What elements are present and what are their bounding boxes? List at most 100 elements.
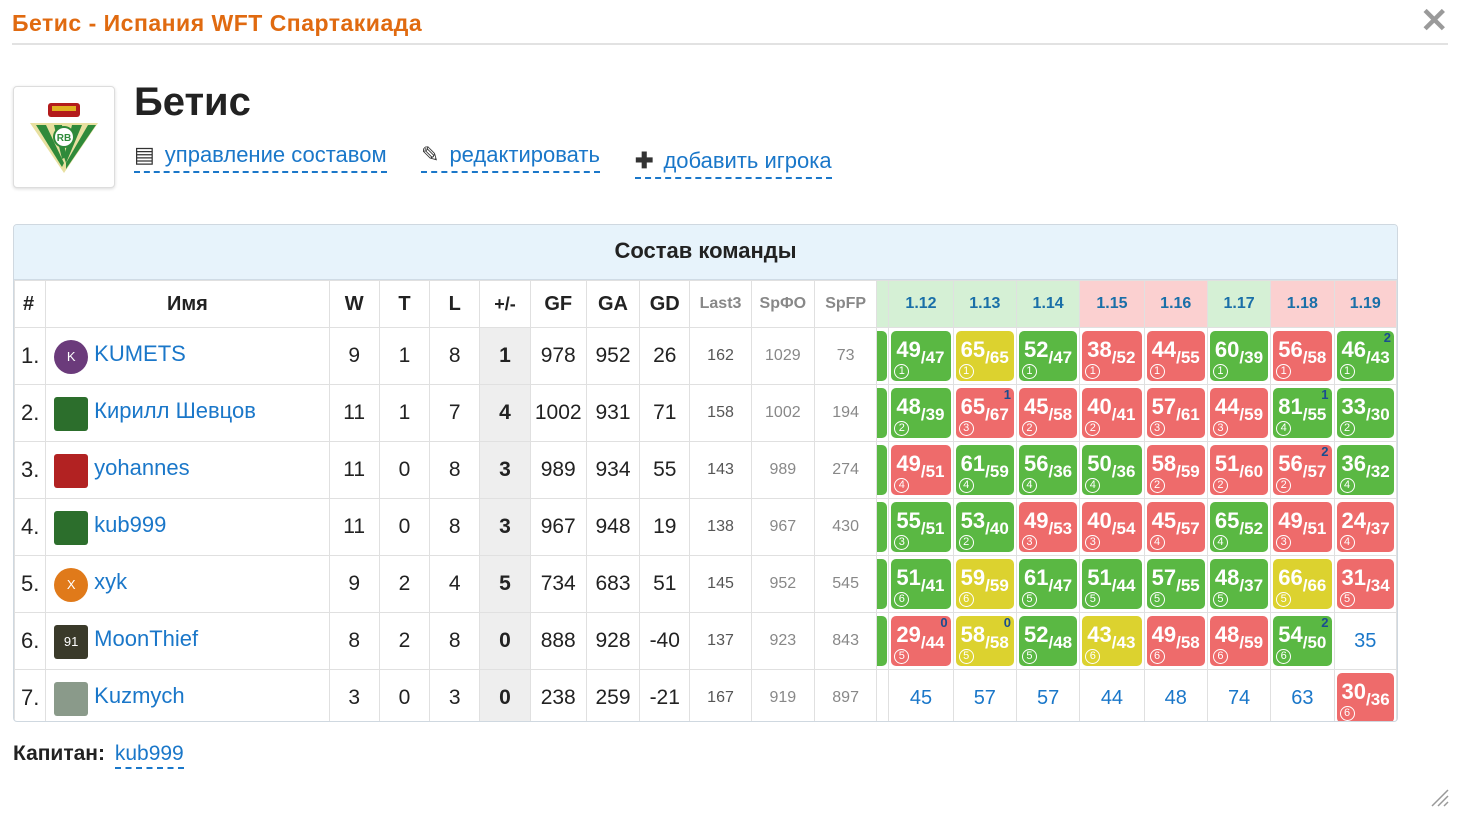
game-result-box: 56/57 2 2 [1273, 444, 1332, 495]
game-tag: 5 [958, 649, 974, 664]
ties-cell: 1 [378, 327, 431, 385]
opp-score: /32 [1366, 462, 1390, 481]
game-cell[interactable]: 61/59 4 [952, 441, 1017, 499]
manage-roster-link[interactable]: ▤ управление составом [134, 142, 387, 173]
close-icon[interactable]: ✕ [1420, 2, 1449, 40]
game-cell[interactable]: 51/41 6 [888, 555, 954, 613]
game-cell[interactable]: 40/41 2 [1079, 384, 1145, 442]
game-cell[interactable]: 33/30 2 [1333, 384, 1397, 442]
game-cell[interactable]: 50/36 4 [1079, 441, 1145, 499]
game-cell[interactable]: 55/51 3 [888, 498, 954, 556]
game-cell[interactable]: 38/52 1 [1079, 327, 1145, 385]
game-cell[interactable]: 57/61 3 [1143, 384, 1208, 442]
game-cell[interactable]: 65/52 4 [1206, 498, 1272, 556]
player-name-link[interactable]: yohannes [94, 455, 189, 481]
game-cell[interactable]: 44 [1079, 669, 1145, 721]
game-cell[interactable]: 51/60 2 [1206, 441, 1272, 499]
resize-handle-icon[interactable] [1428, 786, 1450, 808]
game-cell[interactable]: 81/55 4 1 [1270, 384, 1335, 442]
game-cell[interactable]: 52/47 1 [1015, 327, 1081, 385]
game-cell[interactable]: 58/59 2 [1143, 441, 1208, 499]
game-cell[interactable]: 65/65 1 [952, 327, 1017, 385]
game-score: 66/66 [1278, 565, 1326, 595]
opp-score: /59 [1239, 405, 1263, 424]
game-cell[interactable]: 52/48 5 [1015, 612, 1081, 670]
plus-minus-cell: 0 [479, 612, 531, 670]
game-cell[interactable]: 56/36 4 [1015, 441, 1081, 499]
game-result-box: 53/40 2 [955, 502, 1014, 552]
opp-score-value: 47 [1053, 348, 1073, 367]
game-cell[interactable]: 56/57 2 2 [1270, 441, 1335, 499]
game-cell[interactable]: 45/58 2 [1015, 384, 1081, 442]
game-cell[interactable]: 51/44 5 [1079, 555, 1145, 613]
own-score: 57 [1151, 565, 1177, 590]
edit-link[interactable]: ✎ редактировать [421, 142, 600, 173]
game-cell[interactable]: 57 [952, 669, 1017, 721]
game-score: 49/47 [896, 337, 944, 367]
opp-score-value: 37 [1370, 519, 1390, 538]
game-score: 49/53 [1024, 508, 1072, 538]
game-cell[interactable]: 44/59 3 [1206, 384, 1272, 442]
game-cell[interactable]: 48/37 5 [1206, 555, 1272, 613]
col-header-edge [876, 280, 890, 328]
game-cell[interactable]: 35 [1333, 612, 1397, 670]
opp-score: /65 [985, 348, 1009, 367]
game-cell[interactable]: 29/44 5 0 [888, 612, 954, 670]
game-cell[interactable]: 48 [1143, 669, 1208, 721]
game-cell[interactable]: 46/43 1 2 [1333, 327, 1397, 385]
game-tag: 2 [1021, 421, 1037, 436]
game-cell[interactable]: 56/58 1 [1270, 327, 1335, 385]
player-name-link[interactable]: kub999 [94, 512, 166, 538]
game-cell[interactable]: 61/47 5 [1015, 555, 1081, 613]
game-cell[interactable]: 57 [1015, 669, 1081, 721]
game-cell[interactable]: 48/39 2 [888, 384, 954, 442]
game-score: 46/43 [1342, 337, 1390, 367]
player-name-link[interactable]: Кирилл Шевцов [94, 398, 256, 424]
game-cell[interactable]: 49/58 6 [1143, 612, 1208, 670]
game-cell[interactable]: 44/55 1 [1143, 327, 1208, 385]
opp-score-value: 66 [1307, 576, 1327, 595]
game-cell[interactable]: 49/51 4 [888, 441, 954, 499]
game-cell[interactable]: 30/36 6 [1333, 669, 1397, 721]
game-result-box: 58/59 2 [1146, 445, 1205, 495]
game-cell[interactable]: 65/67 3 1 [952, 384, 1017, 442]
captain-link[interactable]: kub999 [114, 742, 184, 769]
game-cell[interactable]: 74 [1206, 669, 1272, 721]
gf-cell: 734 [529, 555, 587, 613]
game-cell[interactable]: 54/50 6 2 [1270, 612, 1335, 670]
player-name-link[interactable]: KUMETS [94, 341, 186, 367]
game-cell[interactable]: 24/37 4 [1333, 498, 1397, 556]
game-cell[interactable]: 48/59 6 [1206, 612, 1272, 670]
game-cell[interactable]: 49/51 3 [1270, 498, 1335, 556]
game-cell[interactable]: 53/40 2 [952, 498, 1017, 556]
game-tag: 2 [1085, 421, 1101, 436]
player-name-link[interactable]: MoonThief [94, 626, 198, 652]
gd-cell: -40 [639, 612, 691, 670]
game-cell[interactable]: 66/66 5 [1270, 555, 1335, 613]
game-forecast: 45 [909, 687, 933, 709]
player-name-link[interactable]: xyk [94, 569, 127, 595]
game-cell[interactable]: 31/34 5 [1333, 555, 1397, 613]
player-name-link[interactable]: Kuzmych [94, 683, 184, 709]
opp-score-value: 61 [1180, 405, 1200, 424]
add-player-link[interactable]: ✚ добавить игрока [635, 148, 832, 179]
game-cell[interactable]: 49/47 1 [888, 327, 954, 385]
game-cell[interactable]: 49/53 3 [1015, 498, 1081, 556]
game-cell[interactable]: 43/43 6 [1079, 612, 1145, 670]
game-cell[interactable]: 63 [1270, 669, 1335, 721]
opp-score-value: 60 [1244, 462, 1264, 481]
opp-score: /36 [1048, 462, 1072, 481]
game-cell[interactable]: 45 [888, 669, 954, 721]
game-cell[interactable]: 40/54 3 [1079, 498, 1145, 556]
game-cell[interactable]: 45/57 4 [1143, 498, 1208, 556]
game-cell[interactable]: 36/32 4 [1333, 441, 1397, 499]
game-cell[interactable]: 58/58 5 0 [952, 612, 1017, 670]
opp-score-value: 39 [925, 405, 945, 424]
game-cell[interactable]: 59/59 6 [952, 555, 1017, 613]
round-header: 1.14 [1015, 280, 1081, 328]
opp-score-value: 58 [989, 633, 1009, 652]
pencil-icon: ✎ [421, 142, 440, 167]
game-cell[interactable]: 60/39 1 [1206, 327, 1272, 385]
game-cell[interactable]: 57/55 5 [1143, 555, 1208, 613]
game-forecast: 48 [1164, 687, 1187, 709]
